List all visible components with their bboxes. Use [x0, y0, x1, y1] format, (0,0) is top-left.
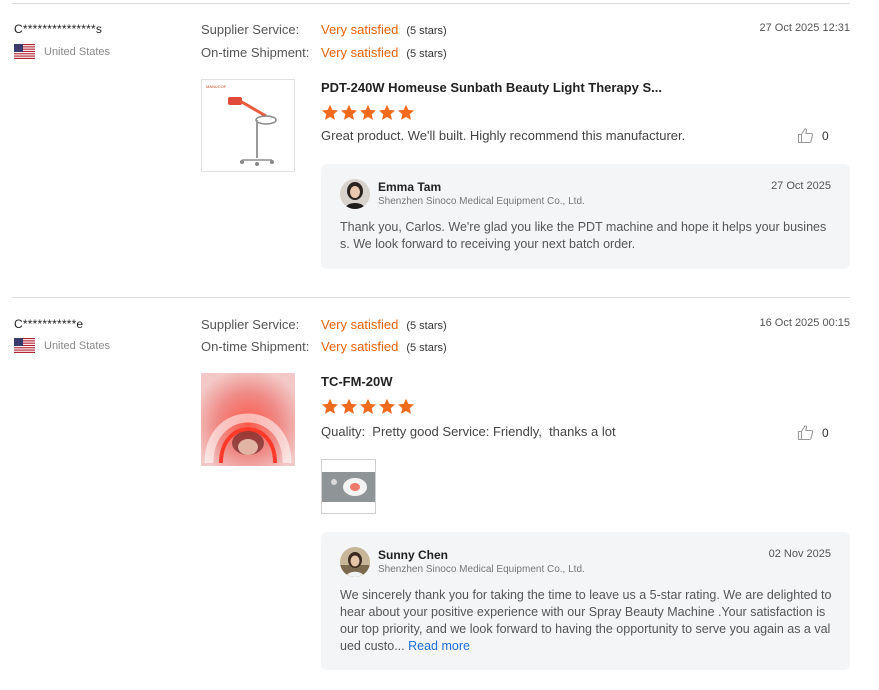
shipment-value: Very satisfied — [321, 339, 399, 354]
supplier-service-row: Supplier Service: Very satisfied (5 star… — [201, 317, 447, 332]
star-icon — [397, 398, 415, 414]
reply-author-name: Sunny Chen — [378, 548, 449, 562]
reply-company: Shenzhen Sinoco Medical Equipment Co., L… — [378, 564, 585, 575]
us-flag-icon — [14, 338, 35, 353]
buyer-name: C***********e — [14, 317, 84, 331]
shipment-stars: (5 stars) — [406, 342, 447, 354]
reply-date: 02 Nov 2025 — [768, 548, 831, 560]
shipment-label: On-time Shipment: — [201, 339, 310, 354]
review-item: C***********e United States Supplier Ser… — [0, 0, 879, 690]
star-icon — [321, 398, 339, 414]
avatar — [340, 547, 370, 577]
buyer-country: United States — [14, 338, 110, 353]
review-comment: Quality: Pretty good Service: Friendly, … — [321, 424, 616, 439]
star-icon — [378, 398, 396, 414]
review-date: 16 Oct 2025 00:15 — [759, 317, 850, 329]
star-icon — [340, 398, 358, 414]
star-icon — [359, 398, 377, 414]
thumbs-up-icon — [797, 425, 814, 441]
supplier-service-value: Very satisfied — [321, 317, 399, 332]
product-title[interactable]: TC-FM-20W — [321, 374, 393, 389]
reply-text-container: We sincerely thank you for taking the ti… — [340, 587, 834, 655]
like-button[interactable]: 0 — [797, 424, 829, 441]
read-more-link[interactable]: Read more — [408, 639, 470, 653]
country-label: United States — [44, 339, 111, 352]
shipment-row: On-time Shipment: Very satisfied (5 star… — [201, 339, 447, 354]
product-thumbnail[interactable] — [201, 373, 295, 466]
review-photo[interactable] — [321, 459, 376, 514]
supplier-service-stars: (5 stars) — [406, 320, 447, 332]
supplier-reply: Sunny Chen Shenzhen Sinoco Medical Equip… — [321, 532, 850, 670]
supplier-service-label: Supplier Service: — [201, 317, 300, 332]
star-rating — [321, 398, 415, 415]
like-count: 0 — [822, 425, 829, 440]
